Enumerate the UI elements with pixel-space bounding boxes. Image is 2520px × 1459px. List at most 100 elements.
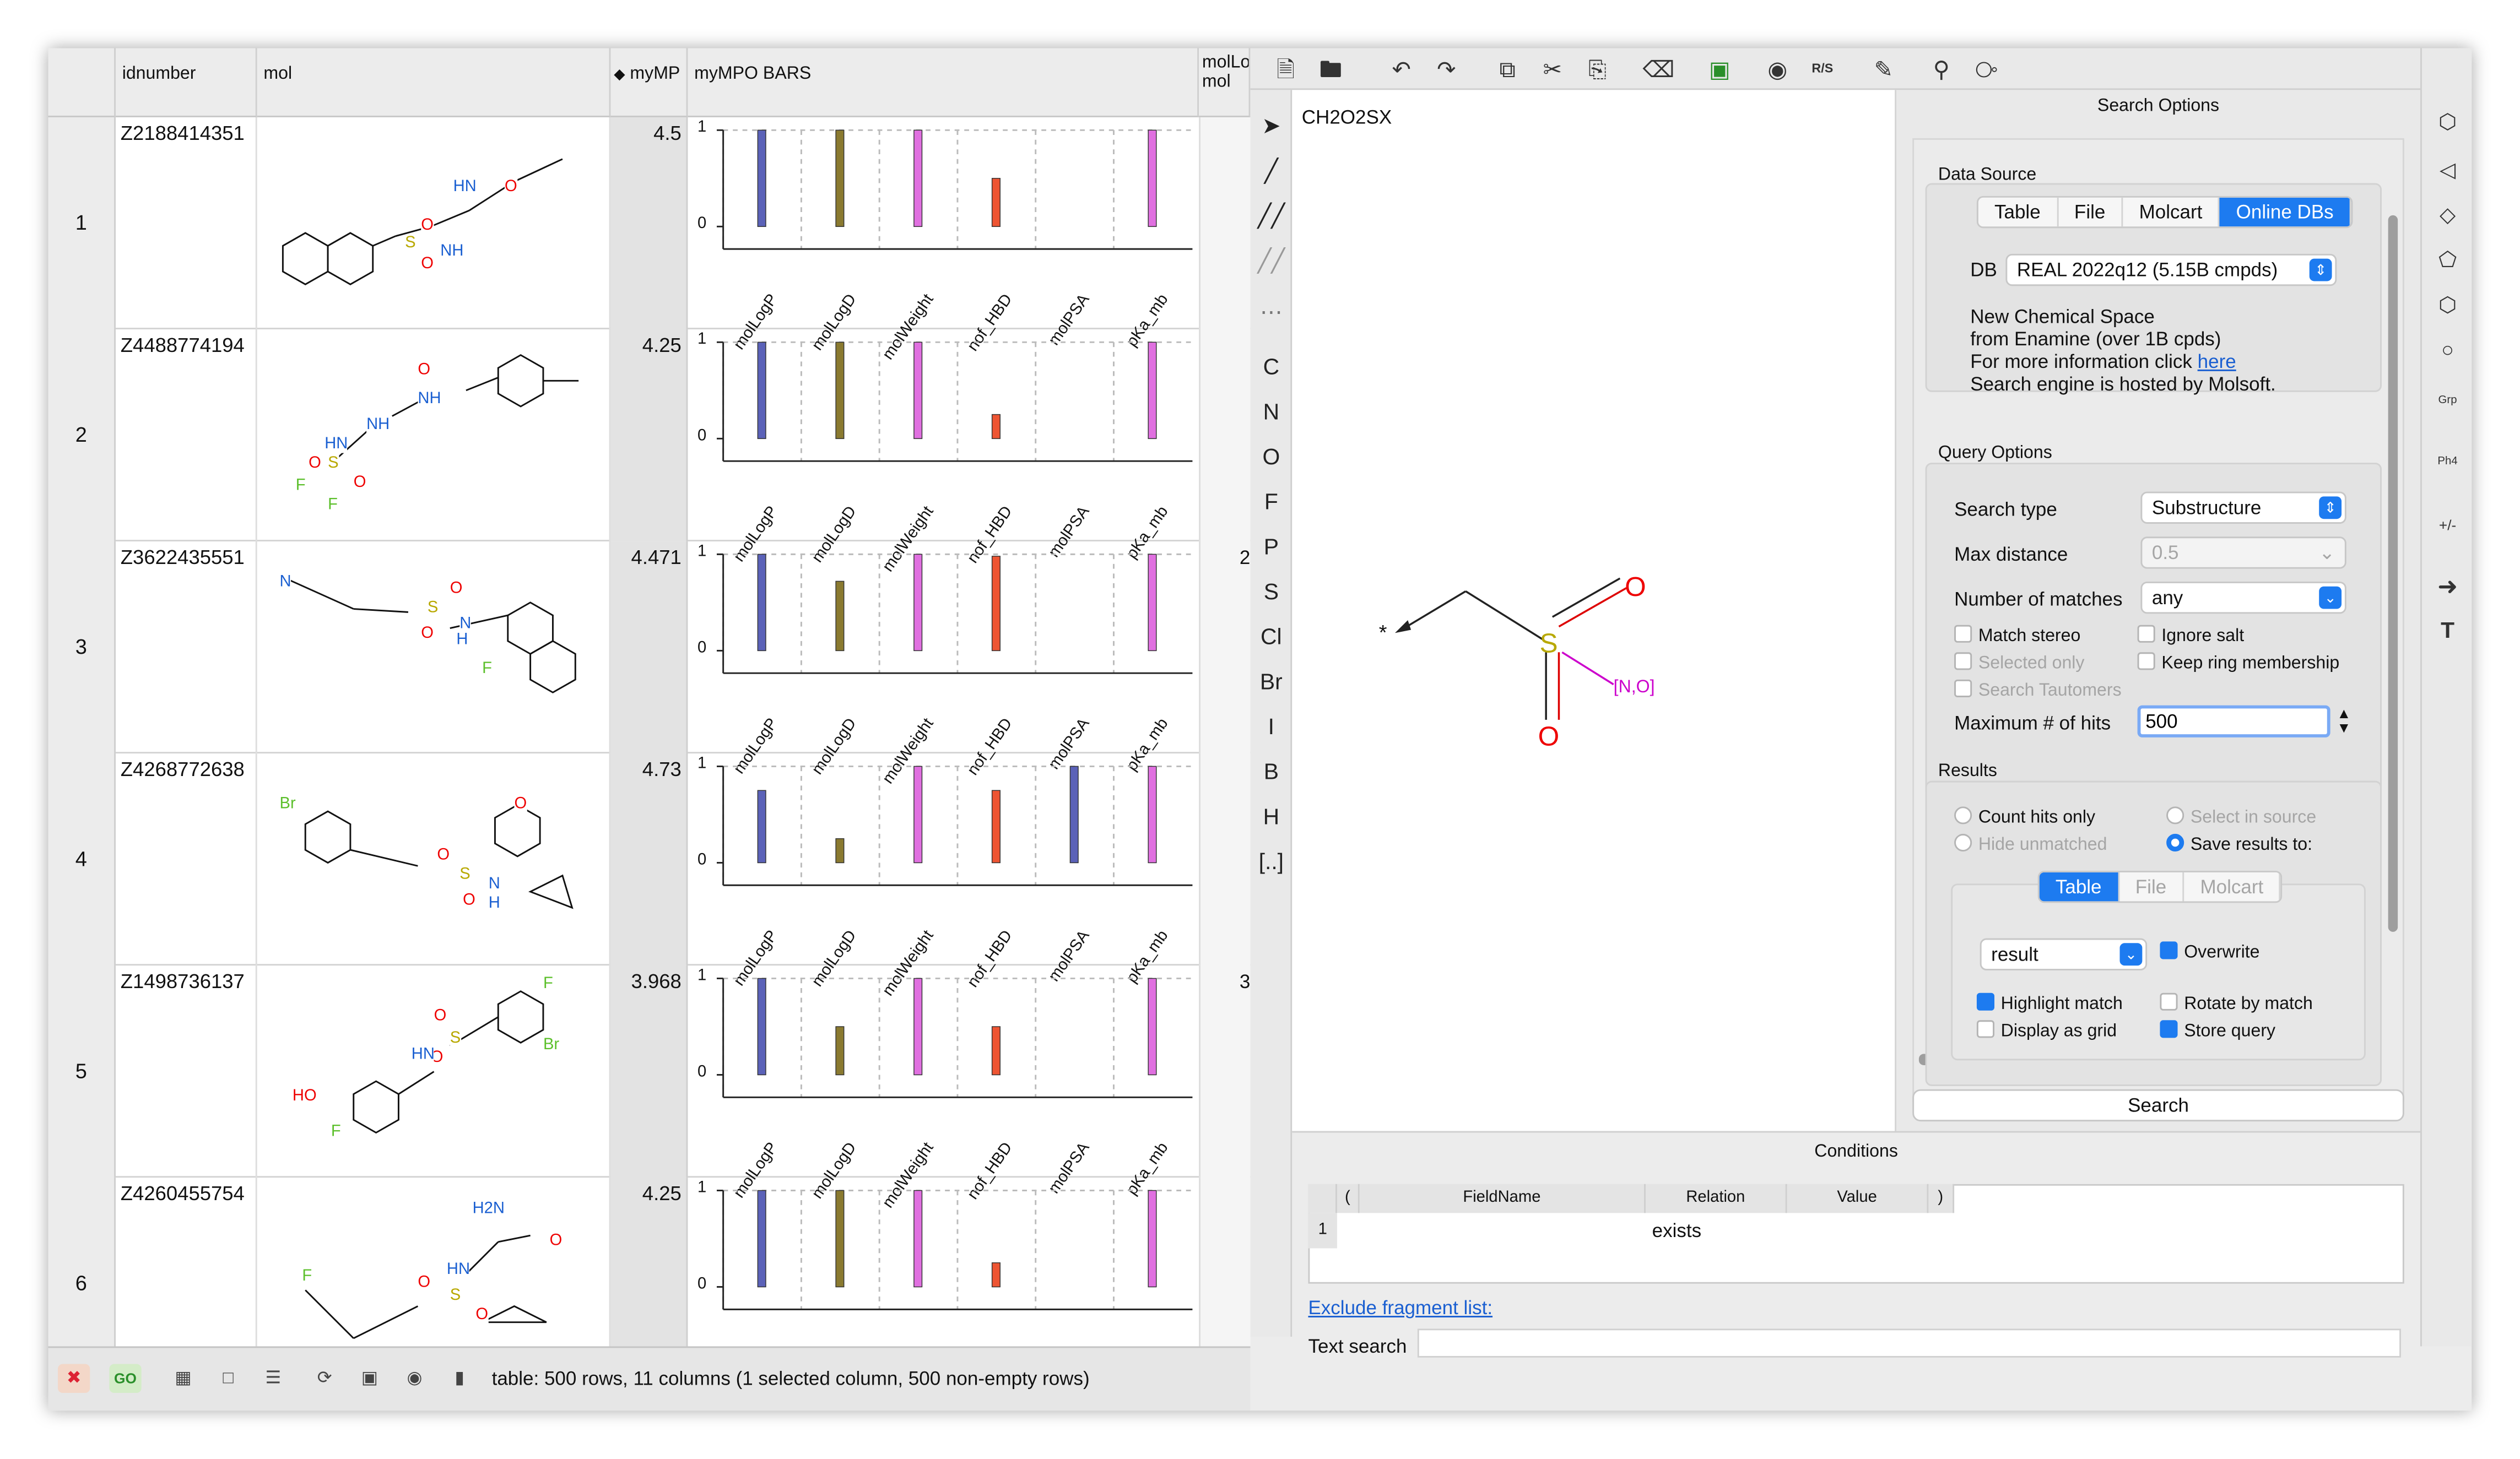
mpo-cell[interactable]: 4.73 [610,753,688,966]
mpo-cell[interactable]: 4.25 [610,329,688,542]
mpo-bars-cell[interactable]: 1 0 molLogPmolLogDmolWeightnof_HBDmolPSA… [688,753,1199,1000]
circle-ring-icon[interactable]: ○ [2422,338,2473,362]
row-number[interactable]: 2 [48,329,116,542]
row-number[interactable]: 5 [48,966,116,1178]
center-icon[interactable]: ◉ [1761,55,1793,84]
id-cell[interactable]: Z1498736137 [116,966,257,1178]
video-icon[interactable]: ▮ [444,1364,475,1393]
search-type-select[interactable]: Substructure ⇕ [2140,491,2346,524]
mpo-cell[interactable]: 3.968 [610,966,688,1178]
id-cell[interactable]: Z4488774194 [116,329,257,542]
element-button-b[interactable]: B [1250,758,1292,784]
tab-file[interactable]: File [2119,872,2184,902]
frame-icon[interactable]: □ [212,1364,244,1393]
molecule-cell[interactable]: F O O S HN Br HO F [257,966,611,1178]
search-icon[interactable]: ⚲ [1926,55,1957,84]
table-row[interactable]: 3 Z3622435551 NSOONHF 4.471 1 0 molLogP m… [48,541,1251,788]
hide-unmatched-radio[interactable]: Hide unmatched [1954,833,2107,855]
open-folder-icon[interactable]: 🖿 [1315,55,1346,84]
mpo-cell[interactable]: 4.471 [610,541,688,754]
square-ring-icon[interactable]: ◇ [2422,203,2473,229]
dashed-bond-icon[interactable]: ⋯ [1250,299,1292,327]
element-button-f[interactable]: F [1250,489,1292,514]
header-mympo[interactable]: ◆ myMP [610,48,688,117]
table-row[interactable]: 6 Z4260455754 H2NOHNSOOF 4.25 1 0 molLog… [48,1178,1251,1347]
hexagon-icon[interactable]: ⬡ [2422,292,2473,318]
molecule-cell[interactable]: HN O O S NH O [257,117,611,329]
pentagon-icon[interactable]: ⬠ [2422,247,2473,273]
mpo-bars-cell[interactable]: 1 0 molLogPmolLogDmolWeightnof_HBDmolPSA… [688,541,1199,788]
header-mollogd[interactable]: molLo mol [1199,48,1251,117]
num-matches-select[interactable]: any ⌄ [2140,581,2346,614]
mollogd-cell[interactable] [1199,753,1251,966]
header-corner[interactable] [48,48,116,117]
tab-file[interactable]: File [2058,197,2123,227]
charge-button[interactable]: +/- [2422,517,2473,533]
tab-online-dbs[interactable]: Online DBs [2220,197,2351,227]
id-cell[interactable]: Z2188414351 [116,117,257,329]
select-atoms-icon[interactable]: ▣ [1704,55,1735,84]
double-bond-icon[interactable]: ╱╱ [1250,203,1292,230]
table-row[interactable]: 4 Z4268772638 Br O S O O N H 4.73 1 0 molLogP m… [48,753,1251,1000]
tab-molcart[interactable]: Molcart [2123,197,2220,227]
rs-button[interactable]: R/S [1807,55,1838,84]
text-search-input[interactable] [1417,1328,2401,1358]
molecule-cell[interactable]: H2N O HN S O O F [257,1178,611,1347]
ring-icon[interactable]: ⬡ [2422,109,2473,135]
group-button[interactable]: Grp [2422,395,2473,406]
eye-icon[interactable]: ◉ [398,1364,430,1393]
cut-icon[interactable]: ✂ [1537,55,1569,84]
molecule-cell[interactable]: NSOONHF [257,541,611,754]
max-distance-select[interactable]: 0.5 ⌄ [2140,536,2346,569]
mollogd-cell[interactable] [1199,329,1251,542]
element-button-i[interactable]: I [1250,713,1292,739]
max-hits-input[interactable] [2137,705,2330,737]
mpo-bars-cell[interactable]: 1 0 molLogPmolLogDmolWeightnof_HBDmolPSA… [688,1178,1199,1346]
stepper-icon[interactable]: ▲ ▼ [2337,706,2351,736]
table-row[interactable]: 1 Z2188414351 HN O O S NH O 4.5 1 0 molLogP mo… [48,117,1251,364]
copy-icon[interactable]: ⧉ [1491,55,1523,84]
rotate-match-checkbox[interactable]: Rotate by match [2160,992,2313,1014]
tab-table[interactable]: Table [1978,197,2058,227]
molecule-cell[interactable]: Br O S O O N H [257,753,611,966]
mpo-bars-cell[interactable]: 1 0 molLogPmolLogDmolWeightnof_HBDmolPSA… [688,966,1199,1212]
mollogd-cell[interactable]: 2 [1199,541,1251,754]
element-button-cl[interactable]: Cl [1250,623,1292,649]
header-mol[interactable]: mol [257,48,611,117]
search-button[interactable]: Search [1912,1089,2404,1122]
element-button-s[interactable]: S [1250,578,1292,604]
text-tool-button[interactable]: T [2422,617,2473,643]
edit-icon[interactable]: ✎ [1868,55,1900,84]
redo-icon[interactable]: ↷ [1430,55,1462,84]
element-button-xxxx[interactable]: [..] [1250,848,1292,874]
info-link[interactable]: here [2198,350,2236,373]
count-hits-radio[interactable]: Count hits only [1954,806,2095,827]
select-in-source-radio[interactable]: Select in source [2166,806,2316,827]
row-number[interactable]: 4 [48,753,116,966]
overwrite-checkbox[interactable]: Overwrite [2160,941,2259,962]
keep-ring-checkbox[interactable]: Keep ring membership [2137,652,2339,673]
triangle-icon[interactable]: ◁ [2422,158,2473,183]
element-button-p[interactable]: P [1250,533,1292,559]
display-grid-checkbox[interactable]: Display as grid [1976,1020,2117,1041]
element-button-c[interactable]: C [1250,354,1292,379]
save-results-radio[interactable]: Save results to: [2166,833,2312,855]
arrow-icon[interactable]: ➜ [2422,572,2473,601]
mollogd-cell[interactable] [1199,117,1251,329]
element-button-h[interactable]: H [1250,804,1292,829]
exclude-fragment-link[interactable]: Exclude fragment list: [1308,1297,1492,1319]
molecule-cell[interactable]: O NH NH HN S O O F F [257,329,611,542]
id-cell[interactable]: Z4260455754 [116,1178,257,1347]
header-idnumber[interactable]: idnumber [116,48,257,117]
mpo-cell[interactable]: 4.5 [610,117,688,329]
mpo-bars-cell[interactable]: 1 0 molLogPmolLogDmolWeightnof_HBDmolPSA… [688,329,1199,576]
element-button-n[interactable]: N [1250,398,1292,424]
mollogd-cell[interactable] [1199,1178,1251,1347]
pointer-icon[interactable]: ➤ [1250,112,1292,140]
row-number[interactable]: 6 [48,1178,116,1347]
single-bond-icon[interactable]: ╱ [1250,158,1292,185]
match-stereo-checkbox[interactable]: Match stereo [1954,625,2080,646]
eraser-icon[interactable]: ⌫ [1642,55,1674,84]
cond-relation-cell[interactable]: exists [1652,1219,1702,1242]
ph4-button[interactable]: Ph4 [2422,456,2473,467]
